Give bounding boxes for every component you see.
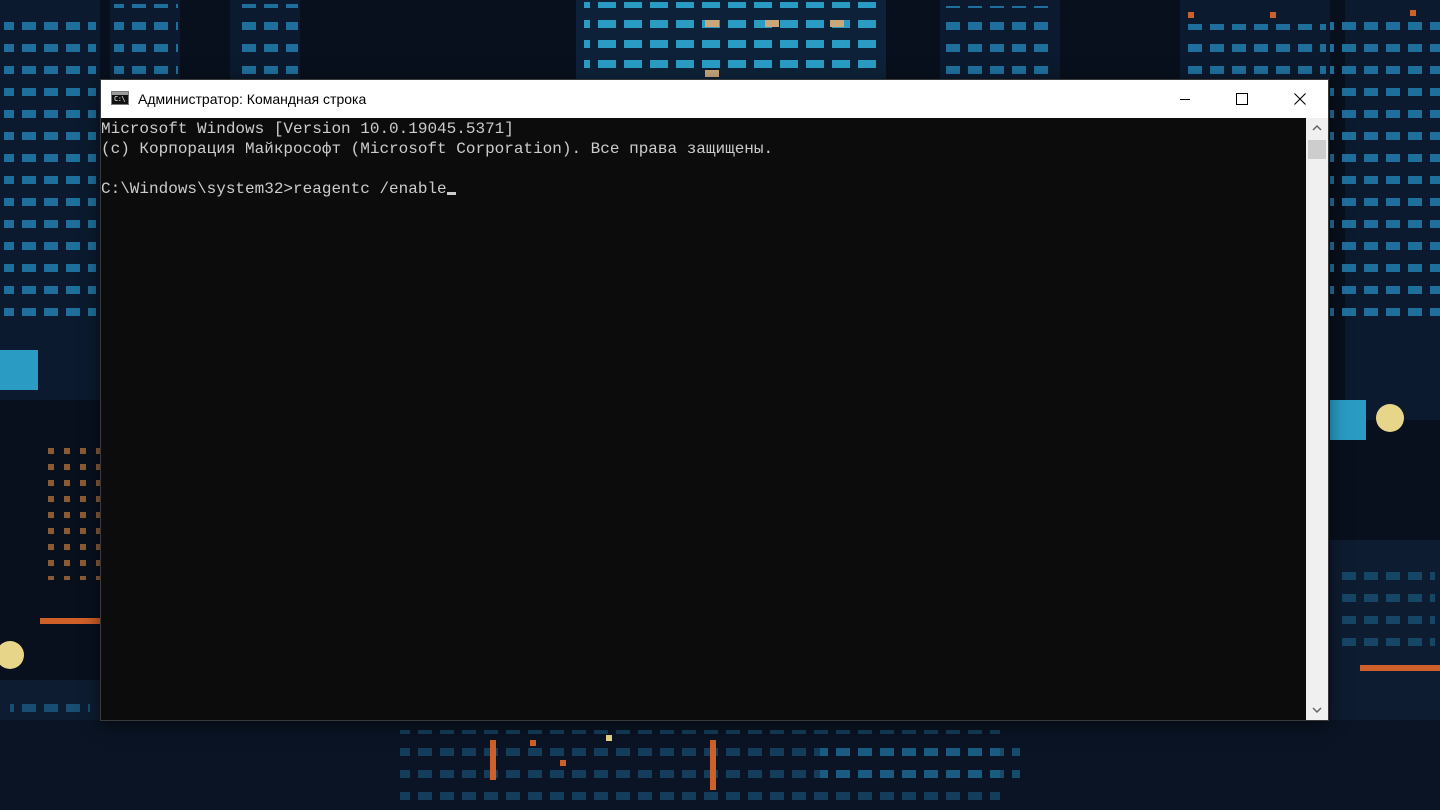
command-line[interactable]: C:\Windows\system32>reagentc /enable [101,179,456,199]
maximize-button[interactable] [1213,80,1270,118]
command-input[interactable]: reagentc /enable [293,180,447,198]
console-line: (c) Корпорация Майкрософт (Microsoft Cor… [101,140,774,158]
console-window[interactable]: C:\ Администратор: Командная строка Micr… [101,80,1328,720]
scroll-down-button[interactable] [1306,700,1328,720]
minimize-button[interactable] [1156,80,1213,118]
scroll-up-button[interactable] [1306,118,1328,138]
chevron-up-icon [1312,125,1322,131]
close-button[interactable] [1271,80,1328,118]
scroll-thumb[interactable] [1308,140,1326,159]
console-output[interactable]: Microsoft Windows [Version 10.0.19045.53… [101,118,1306,720]
console-line: Microsoft Windows [Version 10.0.19045.53… [101,120,514,138]
title-bar[interactable]: C:\ Администратор: Командная строка [101,80,1328,118]
prompt: C:\Windows\system32> [101,180,294,198]
minimize-icon [1179,99,1190,100]
vertical-scrollbar[interactable] [1306,118,1328,720]
window-title: Администратор: Командная строка [138,91,367,107]
maximize-icon [1235,93,1248,105]
cmd-icon[interactable]: C:\ [111,91,129,105]
close-icon [1293,93,1306,105]
chevron-down-icon [1312,707,1322,713]
text-cursor [446,192,456,195]
